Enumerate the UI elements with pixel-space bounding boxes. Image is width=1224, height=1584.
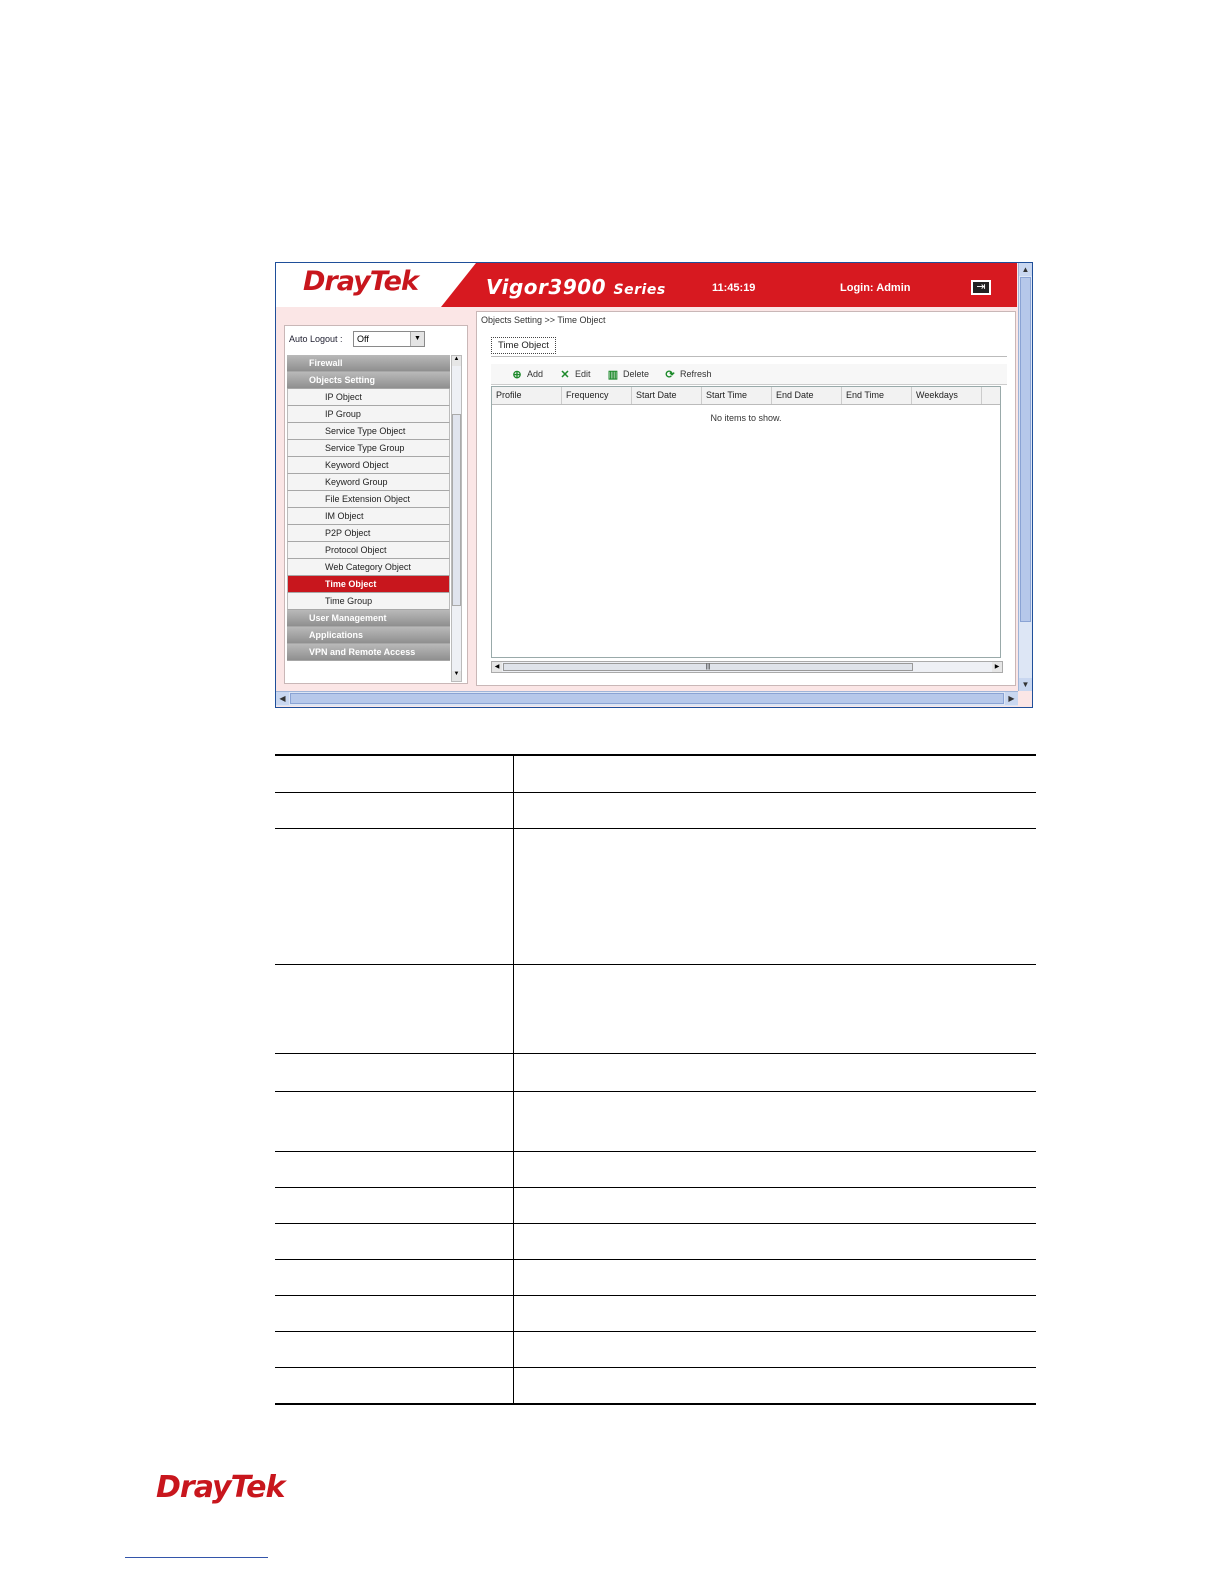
edit-button[interactable]: ✕ Edit — [559, 367, 591, 381]
footer-draytek-logo: DrayTek — [156, 1470, 285, 1505]
draytek-logo: DrayTek — [303, 266, 419, 297]
scroll-up-icon[interactable]: ▲ — [452, 356, 461, 366]
add-button[interactable]: ⊕ Add — [511, 367, 543, 381]
toolbar: ⊕ Add ✕ Edit ▥ Delete ⟳ Refresh — [491, 364, 1007, 385]
sidebar-item-im-object[interactable]: IM Object — [287, 508, 450, 525]
sidebar-item-vpn-and-remote-access[interactable]: VPN and Remote Access — [287, 644, 450, 661]
auto-logout-value: Off — [357, 334, 369, 344]
refresh-button[interactable]: ⟳ Refresh — [664, 367, 712, 381]
main-panel: Objects Setting >> Time Object Time Obje… — [476, 311, 1016, 686]
tab-container: Time Object ⊕ Add ✕ Edit ▥ Delete ⟳ Refresh … — [483, 331, 1007, 677]
window-hscroll-thumb[interactable] — [290, 693, 1004, 704]
column-header-weekdays[interactable]: Weekdays — [912, 387, 982, 404]
add-icon: ⊕ — [512, 368, 522, 381]
parameter-table — [275, 754, 1036, 1405]
table-row — [275, 1090, 1036, 1151]
table-row — [275, 791, 1036, 828]
grid-scroll-thumb[interactable]: ||| — [503, 663, 913, 671]
table-row — [275, 1150, 1036, 1187]
table-row — [275, 827, 1036, 964]
window-vscrollbar[interactable]: ▲ ▼ — [1018, 263, 1032, 691]
scroll-left-icon[interactable]: ◀ — [492, 662, 502, 672]
add-label: Add — [527, 369, 544, 379]
grid-hscrollbar[interactable]: ◀ ||| ▶ — [491, 661, 1003, 673]
scroll-down-icon[interactable]: ▼ — [452, 671, 461, 681]
table-row — [275, 1186, 1036, 1223]
model-name: Vigor3900 Series — [486, 275, 666, 299]
delete-button[interactable]: ▥ Delete — [607, 367, 649, 381]
auto-logout-select[interactable]: Off ▼ — [353, 331, 425, 347]
window-vscroll-thumb[interactable] — [1020, 277, 1031, 622]
empty-message: No items to show. — [710, 413, 782, 423]
sidebar-item-time-object[interactable]: Time Object — [287, 576, 450, 593]
sidebar-item-protocol-object[interactable]: Protocol Object — [287, 542, 450, 559]
sidebar-item-user-management[interactable]: User Management — [287, 610, 450, 627]
router-web-ui-screenshot: DrayTek Vigor3900 Series 11:45:19 Login:… — [275, 262, 1033, 708]
header-bar: DrayTek Vigor3900 Series 11:45:19 Login:… — [276, 263, 1017, 307]
menu-scrollbar[interactable]: ▲ ▼ — [451, 355, 462, 682]
column-header-frequency[interactable]: Frequency — [562, 387, 632, 404]
logout-icon[interactable]: ⇥ — [971, 280, 991, 295]
scroll-up-icon[interactable]: ▲ — [1019, 263, 1032, 276]
table-row — [275, 754, 1036, 792]
sidebar-item-keyword-object[interactable]: Keyword Object — [287, 457, 450, 474]
nav-menu: Firewall Objects Setting IP Object IP Group… — [287, 355, 450, 661]
edit-label: Edit — [575, 369, 591, 379]
sidebar-item-firewall[interactable]: Firewall — [287, 355, 450, 372]
refresh-icon: ⟳ — [665, 368, 675, 381]
chevron-down-icon: ▼ — [410, 332, 424, 346]
sidebar-item-web-category-object[interactable]: Web Category Object — [287, 559, 450, 576]
sidebar-item-applications[interactable]: Applications — [287, 627, 450, 644]
scroll-left-icon[interactable]: ◀ — [276, 692, 289, 705]
table-row — [275, 1258, 1036, 1295]
column-header-end-time[interactable]: End Time — [842, 387, 912, 404]
table-row — [275, 1222, 1036, 1259]
table-row — [275, 1294, 1036, 1331]
breadcrumb: Objects Setting >> Time Object — [481, 315, 606, 325]
column-header-start-date[interactable]: Start Date — [632, 387, 702, 404]
menu-scroll-thumb[interactable] — [452, 414, 461, 606]
trash-icon: ▥ — [607, 368, 619, 381]
left-panel: Auto Logout : Off ▼ Firewall Objects Sett… — [284, 325, 468, 684]
login-status: Login: Admin — [840, 282, 911, 294]
table-row — [275, 1052, 1036, 1091]
scroll-down-icon[interactable]: ▼ — [1019, 678, 1032, 691]
delete-label: Delete — [623, 369, 650, 379]
column-header-start-time[interactable]: Start Time — [702, 387, 772, 404]
table-row — [275, 963, 1036, 1053]
sidebar-item-service-type-group[interactable]: Service Type Group — [287, 440, 450, 457]
column-header-end-date[interactable]: End Date — [772, 387, 842, 404]
sidebar-item-ip-object[interactable]: IP Object — [287, 389, 450, 406]
clock: 11:45:19 — [712, 282, 756, 294]
sidebar-item-ip-group[interactable]: IP Group — [287, 406, 450, 423]
column-header-profile[interactable]: Profile — [492, 387, 562, 404]
auto-logout-label: Auto Logout : — [289, 334, 343, 344]
sidebar-item-service-type-object[interactable]: Service Type Object — [287, 423, 450, 440]
refresh-label: Refresh — [680, 369, 712, 379]
sidebar-item-keyword-group[interactable]: Keyword Group — [287, 474, 450, 491]
sidebar-item-objects-setting[interactable]: Objects Setting — [287, 372, 450, 389]
sidebar-item-file-extension-object[interactable]: File Extension Object — [287, 491, 450, 508]
table-row — [275, 1366, 1036, 1405]
tab-divider — [491, 356, 1007, 357]
window-hscrollbar[interactable]: ◀ ▶ — [276, 691, 1018, 706]
scroll-right-icon[interactable]: ▶ — [1005, 692, 1018, 705]
edit-icon: ✕ — [560, 368, 570, 381]
sidebar-item-p2p-object[interactable]: P2P Object — [287, 525, 450, 542]
sidebar-item-time-group[interactable]: Time Group — [287, 593, 450, 610]
grid-header: Profile Frequency Start Date Start Time End … — [492, 387, 1000, 405]
scroll-right-icon[interactable]: ▶ — [992, 662, 1002, 672]
table-row — [275, 1330, 1036, 1367]
time-object-grid: Profile Frequency Start Date Start Time End … — [491, 386, 1001, 658]
footer-link-underline — [125, 1557, 268, 1558]
tab-time-object[interactable]: Time Object — [491, 337, 556, 354]
